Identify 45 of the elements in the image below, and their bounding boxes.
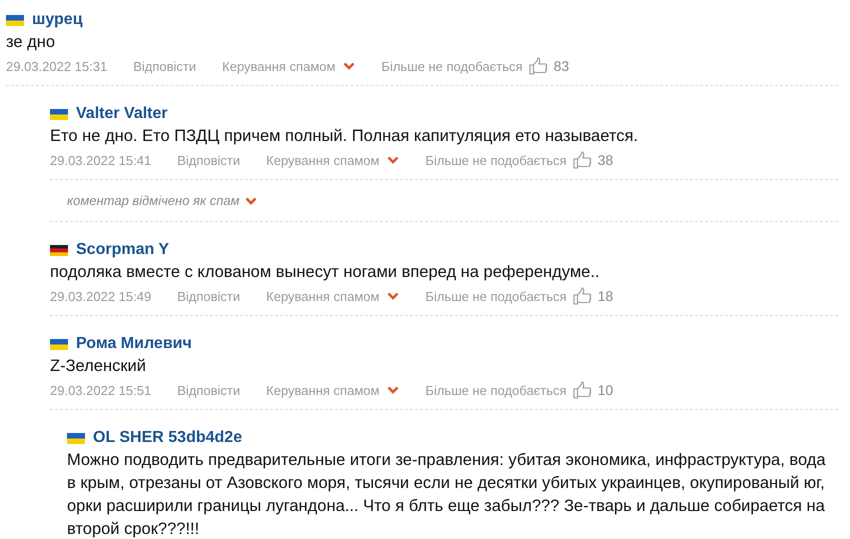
reply-link[interactable]: Відповісти [133,58,196,74]
spam-menu-link[interactable]: Керування спамом [266,288,380,304]
like-count: 18 [598,288,614,304]
comment-text: Z-Зеленский [50,356,147,377]
author-link[interactable]: шурец [32,11,83,29]
comment-date: 29.03.2022 15:31 [6,58,108,74]
comment-text: Ето не дно. Ето ПЗДЦ причем полный. Полная капитуляция ето называется. [50,126,639,147]
thumbs-up-icon[interactable] [572,381,592,399]
flag-icon [50,244,68,256]
thumbs-up-icon[interactable] [528,57,548,75]
reply-link[interactable]: Відповісти [177,382,240,398]
comment-date: 29.03.2022 15:49 [50,288,152,304]
spam-note: коментар відмічено як спам [67,193,240,208]
flag-icon [6,14,24,26]
unlike-link[interactable]: Більше не подобається [425,152,567,168]
chevron-down-icon[interactable] [244,196,257,204]
chevron-down-icon[interactable] [387,156,400,164]
comment-text: зе дно [6,32,56,53]
author-link[interactable]: Рома Милевич [76,335,192,353]
like-count: 10 [598,382,614,398]
like-count: 38 [598,152,614,168]
chevron-down-icon[interactable] [343,62,356,70]
comment-text: Можно подводить предварительные итоги зе-правления: убитая экономика, инфраструктура, вода в крым, отрезаны от Азовского моря, тысячи если не десятки убитых украинцев, окупированый юг, орки расширили границы лугандона... Что я блть еще забыл??? Зе-тварь и дальше собирается на второй срок???!!! [67,450,827,539]
thumbs-up-icon[interactable] [572,151,592,169]
spam-menu-link[interactable]: Керування спамом [222,58,336,74]
flag-icon [50,108,68,120]
reply-link[interactable]: Відповісти [177,288,240,304]
comment-text: подоляка вместе с клованом вынесут ногами вперед на референдуме.. [50,262,601,283]
author-link[interactable]: Valter Valter [76,105,168,123]
spam-menu-link[interactable]: Керування спамом [266,382,380,398]
reply-link[interactable]: Відповісти [177,152,240,168]
comment-date: 29.03.2022 15:51 [50,382,152,398]
unlike-link[interactable]: Більше не подобається [425,382,567,398]
flag-icon [50,338,68,350]
chevron-down-icon[interactable] [387,292,400,300]
chevron-down-icon[interactable] [387,386,400,394]
spam-menu-link[interactable]: Керування спамом [266,152,380,168]
comment-date: 29.03.2022 15:41 [50,152,152,168]
unlike-link[interactable]: Більше не подобається [381,58,523,74]
author-link[interactable]: Scorpman Y [76,241,170,259]
like-count: 83 [554,58,570,74]
unlike-link[interactable]: Більше не подобається [425,288,567,304]
author-link[interactable]: OL SHER 53db4d2e [93,429,242,447]
thumbs-up-icon[interactable] [572,287,592,305]
flag-icon [67,432,85,444]
